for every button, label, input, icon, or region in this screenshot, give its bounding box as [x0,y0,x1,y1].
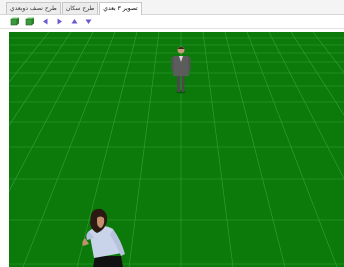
green-cube-icon [25,17,34,26]
scene-canvas [9,32,344,267]
3d-viewport[interactable] [9,32,344,267]
arrow-down-icon [85,19,92,24]
rotate-right-button[interactable] [55,17,64,26]
green-cube-icon [10,17,19,26]
tab-strip: طرح نصف دوبعدي طرح سکان تصوير ۳ بعدي [6,2,143,15]
rotate-left-button[interactable] [41,17,50,26]
zoom-in-button[interactable] [10,17,19,26]
tilt-up-button[interactable] [70,17,79,26]
tilt-down-button[interactable] [84,17,93,26]
tab-3d-view[interactable]: تصوير ۳ بعدي [99,2,142,15]
arrow-left-icon [43,18,48,25]
zoom-out-button[interactable] [25,17,34,26]
toolbar [0,15,344,29]
tab-hull-plan[interactable]: طرح سکان [61,2,99,14]
tab-half-2d-plan[interactable]: طرح نصف دوبعدي [6,2,61,14]
arrow-up-icon [71,19,78,24]
tab-bar: طرح نصف دوبعدي طرح سکان تصوير ۳ بعدي [0,0,344,15]
arrow-right-icon [57,18,62,25]
